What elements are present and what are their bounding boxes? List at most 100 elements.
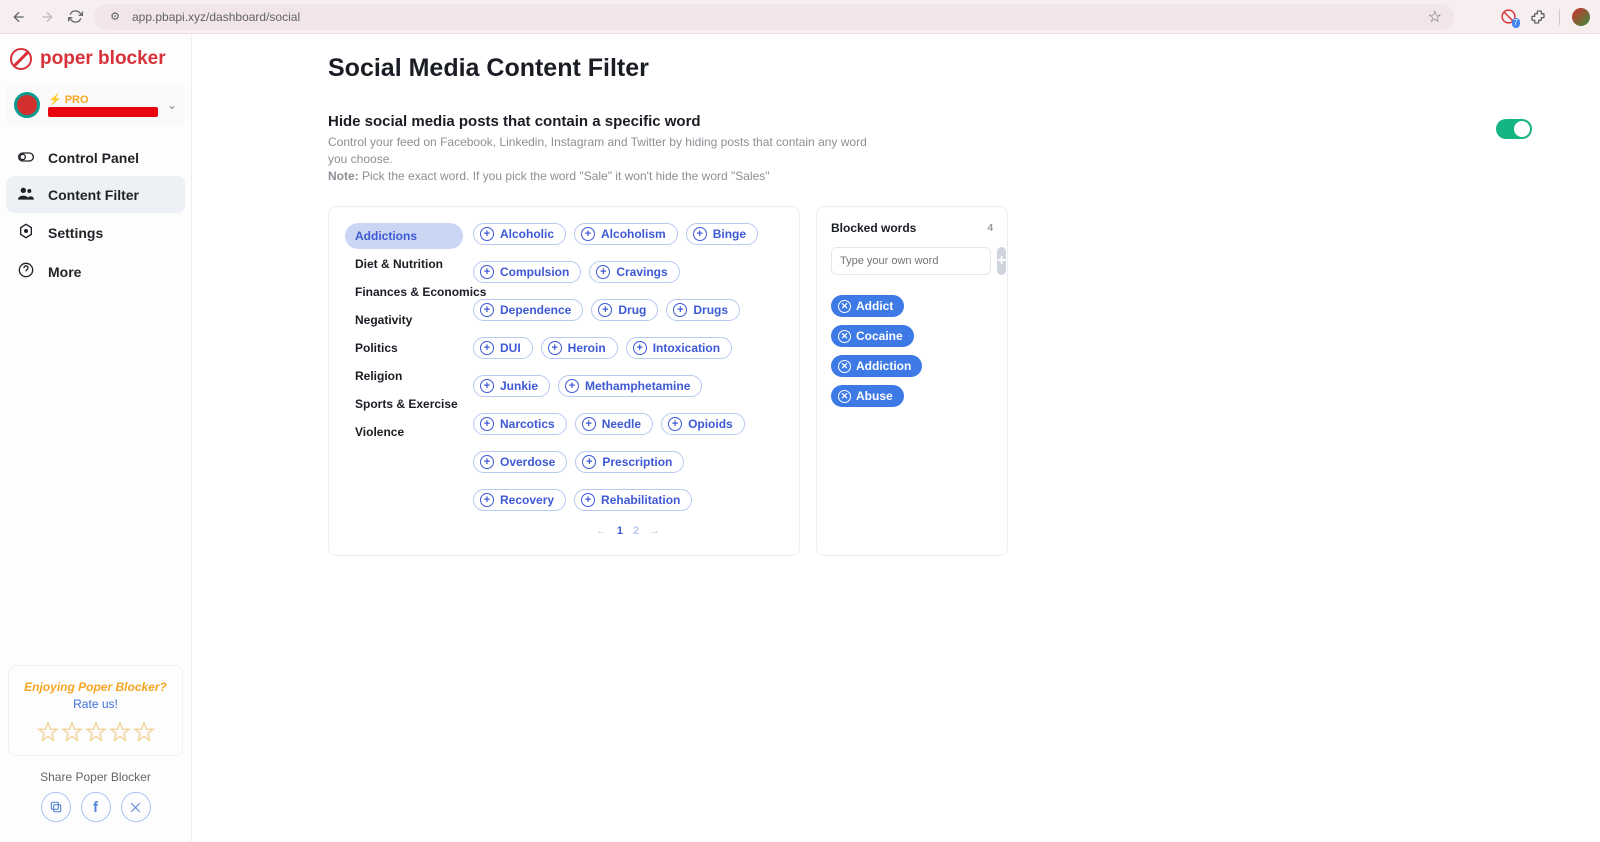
suggested-tag[interactable]: +Overdose (473, 451, 567, 473)
suggested-tag[interactable]: +Recovery (473, 489, 566, 511)
suggested-tag[interactable]: +Narcotics (473, 413, 567, 435)
suggested-tag[interactable]: +Opioids (661, 413, 745, 435)
section-desc: Control your feed on Facebook, Linkedin,… (328, 134, 888, 184)
plus-icon: + (480, 303, 494, 317)
category-item[interactable]: Religion (345, 363, 463, 389)
suggested-tag[interactable]: +Binge (686, 223, 758, 245)
nav-list: Control Panel Content Filter Settings Mo… (0, 136, 191, 295)
blocked-word-chip[interactable]: ✕Addict (831, 295, 904, 317)
suggested-tag[interactable]: +Cravings (589, 261, 679, 283)
add-word-button[interactable]: + (997, 247, 1006, 275)
star-icon[interactable] (61, 721, 83, 743)
toggle-icon (18, 150, 36, 166)
feature-toggle[interactable] (1496, 119, 1532, 139)
category-item[interactable]: Violence (345, 419, 463, 445)
suggested-tag[interactable]: +Needle (575, 413, 653, 435)
category-item[interactable]: Addictions (345, 223, 463, 249)
suggested-tag[interactable]: +DUI (473, 337, 533, 359)
suggested-tag[interactable]: +Alcoholism (574, 223, 678, 245)
nav-control-panel[interactable]: Control Panel (6, 140, 185, 176)
browser-address-bar: ⚙ app.pbapi.xyz/dashboard/social ☆ 7 (0, 0, 1600, 34)
reload-icon[interactable] (66, 8, 84, 26)
plus-icon: + (565, 379, 579, 393)
category-item[interactable]: Negativity (345, 307, 463, 333)
suggested-tag[interactable]: +Drug (591, 299, 658, 321)
star-icon[interactable] (85, 721, 107, 743)
suggested-tag[interactable]: +Methamphetamine (558, 375, 702, 397)
suggested-tag[interactable]: +Dependence (473, 299, 583, 321)
share-facebook-icon[interactable]: f (81, 792, 111, 822)
category-item[interactable]: Sports & Exercise (345, 391, 463, 417)
plus-icon: + (480, 379, 494, 393)
share-label: Share Poper Blocker (0, 770, 191, 784)
chevron-down-icon: ⌄ (167, 98, 177, 112)
rate-box: Enjoying Poper Blocker? Rate us! (8, 665, 183, 756)
back-icon[interactable] (10, 8, 28, 26)
share-copy-icon[interactable] (41, 792, 71, 822)
rate-title: Enjoying Poper Blocker? (19, 680, 172, 694)
category-item[interactable]: Finances & Economics (345, 279, 463, 305)
plus-icon: + (548, 341, 562, 355)
nav-more[interactable]: More (6, 252, 185, 291)
profile-avatar[interactable] (1572, 8, 1590, 26)
blocked-words-label: Blocked words (831, 221, 916, 235)
logo-text: poper blocker (40, 48, 166, 70)
blocked-word-input[interactable] (831, 247, 991, 275)
suggested-tag[interactable]: +Alcoholic (473, 223, 566, 245)
plus-icon: + (633, 341, 647, 355)
url-bar[interactable]: ⚙ app.pbapi.xyz/dashboard/social ☆ (94, 4, 1454, 30)
plus-icon: + (598, 303, 612, 317)
plus-icon: + (480, 265, 494, 279)
star-icon[interactable] (37, 721, 59, 743)
suggested-tag[interactable]: +Compulsion (473, 261, 581, 283)
nav-settings[interactable]: Settings (6, 213, 185, 252)
section-title: Hide social media posts that contain a s… (328, 113, 1496, 130)
star-icon[interactable]: ☆ (1428, 7, 1442, 27)
blocked-word-chip[interactable]: ✕Abuse (831, 385, 904, 407)
plus-icon: + (480, 227, 494, 241)
suggested-tag[interactable]: +Heroin (541, 337, 618, 359)
share-x-icon[interactable] (121, 792, 151, 822)
tag-list: +Alcoholic +Alcoholism +Binge +Compulsion +C… (473, 223, 783, 519)
suggested-tag[interactable]: +Intoxication (626, 337, 732, 359)
remove-icon: ✕ (838, 360, 851, 373)
star-icon[interactable] (133, 721, 155, 743)
suggested-tag[interactable]: +Prescription (575, 451, 684, 473)
plus-icon: + (480, 493, 494, 507)
account-avatar (14, 92, 40, 118)
plan-badge: ⚡PRO (48, 93, 159, 106)
forward-icon[interactable] (38, 8, 56, 26)
logo[interactable]: poper blocker (0, 34, 191, 78)
nav-content-filter[interactable]: Content Filter (6, 176, 185, 213)
star-icon[interactable] (109, 721, 131, 743)
main-content: Social Media Content Filter Hide social … (192, 34, 1600, 842)
extension-icon[interactable]: 7 (1499, 8, 1517, 26)
page-2[interactable]: 2 (633, 525, 639, 537)
rate-link[interactable]: Rate us! (19, 697, 172, 711)
blocked-word-chip[interactable]: ✕Addiction (831, 355, 922, 377)
extensions-icon[interactable] (1529, 8, 1547, 26)
suggested-tag[interactable]: +Junkie (473, 375, 550, 397)
account-selector[interactable]: ⚡PRO ⌄ (6, 84, 185, 126)
rating-stars[interactable] (19, 721, 172, 743)
page-prev[interactable]: ← (596, 525, 607, 537)
plus-icon: + (673, 303, 687, 317)
share-buttons: f (0, 792, 191, 842)
category-list: AddictionsDiet & NutritionFinances & Eco… (345, 223, 463, 537)
category-item[interactable]: Diet & Nutrition (345, 251, 463, 277)
suggested-tag[interactable]: +Rehabilitation (574, 489, 692, 511)
blocked-word-chip[interactable]: ✕Cocaine (831, 325, 914, 347)
site-settings-icon[interactable]: ⚙ (106, 8, 124, 26)
bolt-icon: ⚡ (48, 93, 62, 106)
plus-icon: + (596, 265, 610, 279)
suggested-tag[interactable]: +Drugs (666, 299, 740, 321)
category-item[interactable]: Politics (345, 335, 463, 361)
sidebar: poper blocker ⚡PRO ⌄ Control Panel Conte… (0, 34, 192, 842)
account-name-redacted (48, 107, 158, 117)
page-next[interactable]: → (649, 525, 660, 537)
plus-icon: + (480, 341, 494, 355)
plus-icon: + (581, 227, 595, 241)
blocked-words-panel: Blocked words 4 + ✕Addict✕Cocaine✕Addict… (816, 206, 1008, 556)
page-1[interactable]: 1 (617, 525, 623, 537)
help-icon (18, 262, 36, 281)
